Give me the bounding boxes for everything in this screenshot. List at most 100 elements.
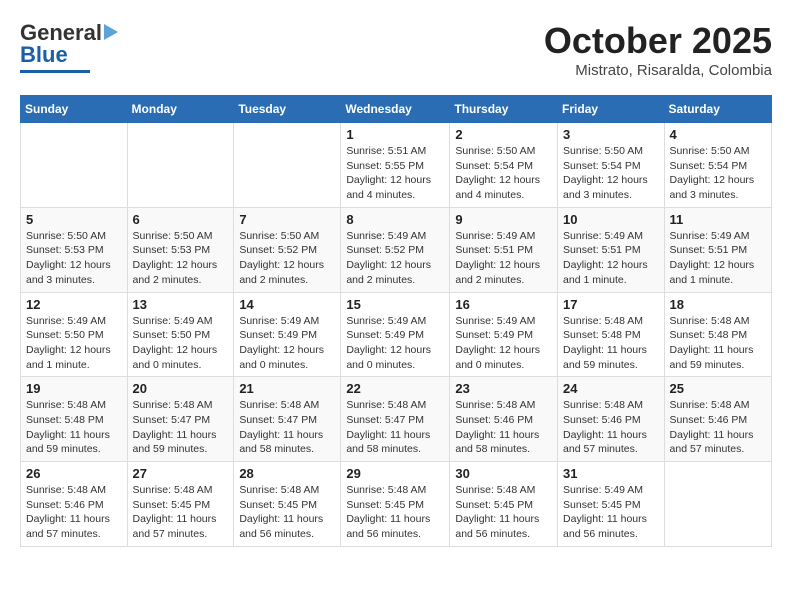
day-number: 21: [239, 381, 335, 396]
day-number: 7: [239, 212, 335, 227]
calendar-cell: 22 Sunrise: 5:48 AM Sunset: 5:47 PM Dayli…: [341, 377, 450, 462]
day-info: Sunrise: 5:49 AM Sunset: 5:52 PM Dayligh…: [346, 229, 444, 288]
day-info: Sunrise: 5:48 AM Sunset: 5:46 PM Dayligh…: [563, 398, 659, 457]
day-info: Sunrise: 5:48 AM Sunset: 5:48 PM Dayligh…: [563, 314, 659, 373]
calendar-cell: 31 Sunrise: 5:49 AM Sunset: 5:45 PM Dayli…: [558, 462, 665, 547]
day-info: Sunrise: 5:51 AM Sunset: 5:55 PM Dayligh…: [346, 144, 444, 203]
col-header-monday: Monday: [127, 96, 234, 123]
day-number: 2: [455, 127, 552, 142]
calendar-cell: 16Sunrise: 5:49 AM Sunset: 5:49 PM Dayli…: [450, 292, 558, 377]
day-info: Sunrise: 5:48 AM Sunset: 5:48 PM Dayligh…: [670, 314, 766, 373]
day-number: 11: [670, 212, 766, 227]
day-info: Sunrise: 5:50 AM Sunset: 5:54 PM Dayligh…: [670, 144, 766, 203]
calendar-cell: 1 Sunrise: 5:51 AM Sunset: 5:55 PM Daylig…: [341, 123, 450, 208]
calendar-cell: [21, 123, 128, 208]
day-info: Sunrise: 5:48 AM Sunset: 5:45 PM Dayligh…: [346, 483, 444, 542]
day-info: Sunrise: 5:50 AM Sunset: 5:53 PM Dayligh…: [26, 229, 122, 288]
day-info: Sunrise: 5:48 AM Sunset: 5:45 PM Dayligh…: [239, 483, 335, 542]
calendar-cell: [127, 123, 234, 208]
day-number: 8: [346, 212, 444, 227]
logo-underline: [20, 70, 90, 73]
calendar-cell: [234, 123, 341, 208]
day-number: 9: [455, 212, 552, 227]
calendar-cell: 24 Sunrise: 5:48 AM Sunset: 5:46 PM Dayli…: [558, 377, 665, 462]
day-number: 22: [346, 381, 444, 396]
day-number: 20: [133, 381, 229, 396]
logo: General Blue: [20, 20, 126, 73]
week-row-2: 5 Sunrise: 5:50 AM Sunset: 5:53 PM Daylig…: [21, 207, 772, 292]
day-info: Sunrise: 5:48 AM Sunset: 5:47 PM Dayligh…: [346, 398, 444, 457]
header-row: SundayMondayTuesdayWednesdayThursdayFrid…: [21, 96, 772, 123]
calendar-cell: 17 Sunrise: 5:48 AM Sunset: 5:48 PM Dayli…: [558, 292, 665, 377]
day-info: Sunrise: 5:49 AM Sunset: 5:49 PM Dayligh…: [455, 314, 552, 373]
calendar-cell: 25 Sunrise: 5:48 AM Sunset: 5:46 PM Dayli…: [664, 377, 771, 462]
day-number: 1: [346, 127, 444, 142]
month-title: October 2025: [544, 20, 772, 62]
calendar-cell: 5 Sunrise: 5:50 AM Sunset: 5:53 PM Daylig…: [21, 207, 128, 292]
day-info: Sunrise: 5:50 AM Sunset: 5:53 PM Dayligh…: [133, 229, 229, 288]
day-info: Sunrise: 5:49 AM Sunset: 5:45 PM Dayligh…: [563, 483, 659, 542]
day-info: Sunrise: 5:49 AM Sunset: 5:51 PM Dayligh…: [455, 229, 552, 288]
calendar-cell: 18Sunrise: 5:48 AM Sunset: 5:48 PM Dayli…: [664, 292, 771, 377]
day-number: 6: [133, 212, 229, 227]
day-number: 26: [26, 466, 122, 481]
calendar-cell: 7Sunrise: 5:50 AM Sunset: 5:52 PM Daylig…: [234, 207, 341, 292]
day-info: Sunrise: 5:49 AM Sunset: 5:51 PM Dayligh…: [563, 229, 659, 288]
day-number: 27: [133, 466, 229, 481]
col-header-tuesday: Tuesday: [234, 96, 341, 123]
calendar-cell: 10 Sunrise: 5:49 AM Sunset: 5:51 PM Dayli…: [558, 207, 665, 292]
calendar-cell: 15Sunrise: 5:49 AM Sunset: 5:49 PM Dayli…: [341, 292, 450, 377]
calendar-table: SundayMondayTuesdayWednesdayThursdayFrid…: [20, 95, 772, 547]
calendar-cell: 29 Sunrise: 5:48 AM Sunset: 5:45 PM Dayli…: [341, 462, 450, 547]
week-row-3: 12 Sunrise: 5:49 AM Sunset: 5:50 PM Dayli…: [21, 292, 772, 377]
day-number: 23: [455, 381, 552, 396]
day-number: 4: [670, 127, 766, 142]
title-block: October 2025 Mistrato, Risaralda, Colomb…: [544, 20, 772, 79]
calendar-cell: 2Sunrise: 5:50 AM Sunset: 5:54 PM Daylig…: [450, 123, 558, 208]
location-subtitle: Mistrato, Risaralda, Colombia: [544, 62, 772, 79]
week-row-1: 1 Sunrise: 5:51 AM Sunset: 5:55 PM Daylig…: [21, 123, 772, 208]
day-number: 29: [346, 466, 444, 481]
calendar-cell: 23 Sunrise: 5:48 AM Sunset: 5:46 PM Dayli…: [450, 377, 558, 462]
logo-text-blue: Blue: [20, 42, 68, 68]
col-header-wednesday: Wednesday: [341, 96, 450, 123]
day-number: 30: [455, 466, 552, 481]
day-number: 12: [26, 297, 122, 312]
day-info: Sunrise: 5:49 AM Sunset: 5:51 PM Dayligh…: [670, 229, 766, 288]
day-number: 15: [346, 297, 444, 312]
day-info: Sunrise: 5:49 AM Sunset: 5:50 PM Dayligh…: [133, 314, 229, 373]
calendar-cell: 19Sunrise: 5:48 AM Sunset: 5:48 PM Dayli…: [21, 377, 128, 462]
day-info: Sunrise: 5:48 AM Sunset: 5:48 PM Dayligh…: [26, 398, 122, 457]
calendar-cell: 20Sunrise: 5:48 AM Sunset: 5:47 PM Dayli…: [127, 377, 234, 462]
day-number: 3: [563, 127, 659, 142]
calendar-cell: [664, 462, 771, 547]
page-header: General Blue October 2025 Mistrato, Risa…: [20, 20, 772, 79]
day-number: 10: [563, 212, 659, 227]
logo-arrow-icon: [104, 22, 126, 42]
calendar-cell: 11 Sunrise: 5:49 AM Sunset: 5:51 PM Dayli…: [664, 207, 771, 292]
day-number: 25: [670, 381, 766, 396]
day-info: Sunrise: 5:50 AM Sunset: 5:54 PM Dayligh…: [563, 144, 659, 203]
calendar-cell: 27Sunrise: 5:48 AM Sunset: 5:45 PM Dayli…: [127, 462, 234, 547]
calendar-cell: 3 Sunrise: 5:50 AM Sunset: 5:54 PM Daylig…: [558, 123, 665, 208]
day-info: Sunrise: 5:48 AM Sunset: 5:46 PM Dayligh…: [455, 398, 552, 457]
day-number: 13: [133, 297, 229, 312]
day-info: Sunrise: 5:48 AM Sunset: 5:46 PM Dayligh…: [670, 398, 766, 457]
day-number: 24: [563, 381, 659, 396]
week-row-4: 19Sunrise: 5:48 AM Sunset: 5:48 PM Dayli…: [21, 377, 772, 462]
calendar-cell: 6 Sunrise: 5:50 AM Sunset: 5:53 PM Daylig…: [127, 207, 234, 292]
day-number: 5: [26, 212, 122, 227]
calendar-cell: 8 Sunrise: 5:49 AM Sunset: 5:52 PM Daylig…: [341, 207, 450, 292]
calendar-cell: 13 Sunrise: 5:49 AM Sunset: 5:50 PM Dayli…: [127, 292, 234, 377]
calendar-cell: 12 Sunrise: 5:49 AM Sunset: 5:50 PM Dayli…: [21, 292, 128, 377]
calendar-cell: 21Sunrise: 5:48 AM Sunset: 5:47 PM Dayli…: [234, 377, 341, 462]
calendar-cell: 4 Sunrise: 5:50 AM Sunset: 5:54 PM Daylig…: [664, 123, 771, 208]
day-number: 17: [563, 297, 659, 312]
day-number: 14: [239, 297, 335, 312]
calendar-cell: 26Sunrise: 5:48 AM Sunset: 5:46 PM Dayli…: [21, 462, 128, 547]
col-header-saturday: Saturday: [664, 96, 771, 123]
day-number: 31: [563, 466, 659, 481]
calendar-cell: 28Sunrise: 5:48 AM Sunset: 5:45 PM Dayli…: [234, 462, 341, 547]
week-row-5: 26Sunrise: 5:48 AM Sunset: 5:46 PM Dayli…: [21, 462, 772, 547]
day-info: Sunrise: 5:49 AM Sunset: 5:50 PM Dayligh…: [26, 314, 122, 373]
